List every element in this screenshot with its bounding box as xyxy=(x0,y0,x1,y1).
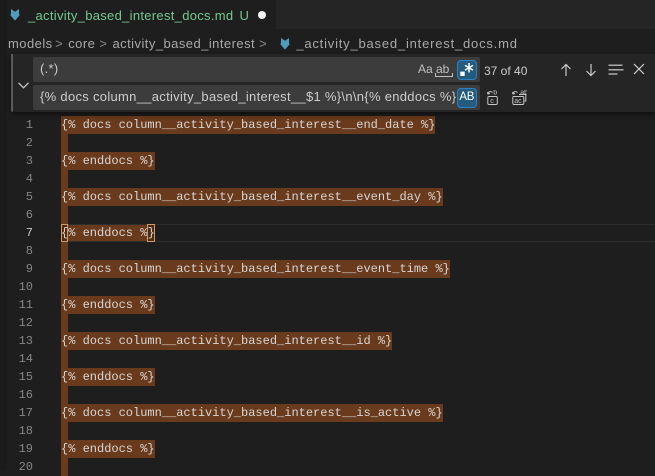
svg-text:ab: ab xyxy=(520,90,527,97)
svg-text:ac: ac xyxy=(514,98,522,105)
svg-text:c: c xyxy=(490,98,494,105)
svg-text:b: b xyxy=(493,90,497,97)
